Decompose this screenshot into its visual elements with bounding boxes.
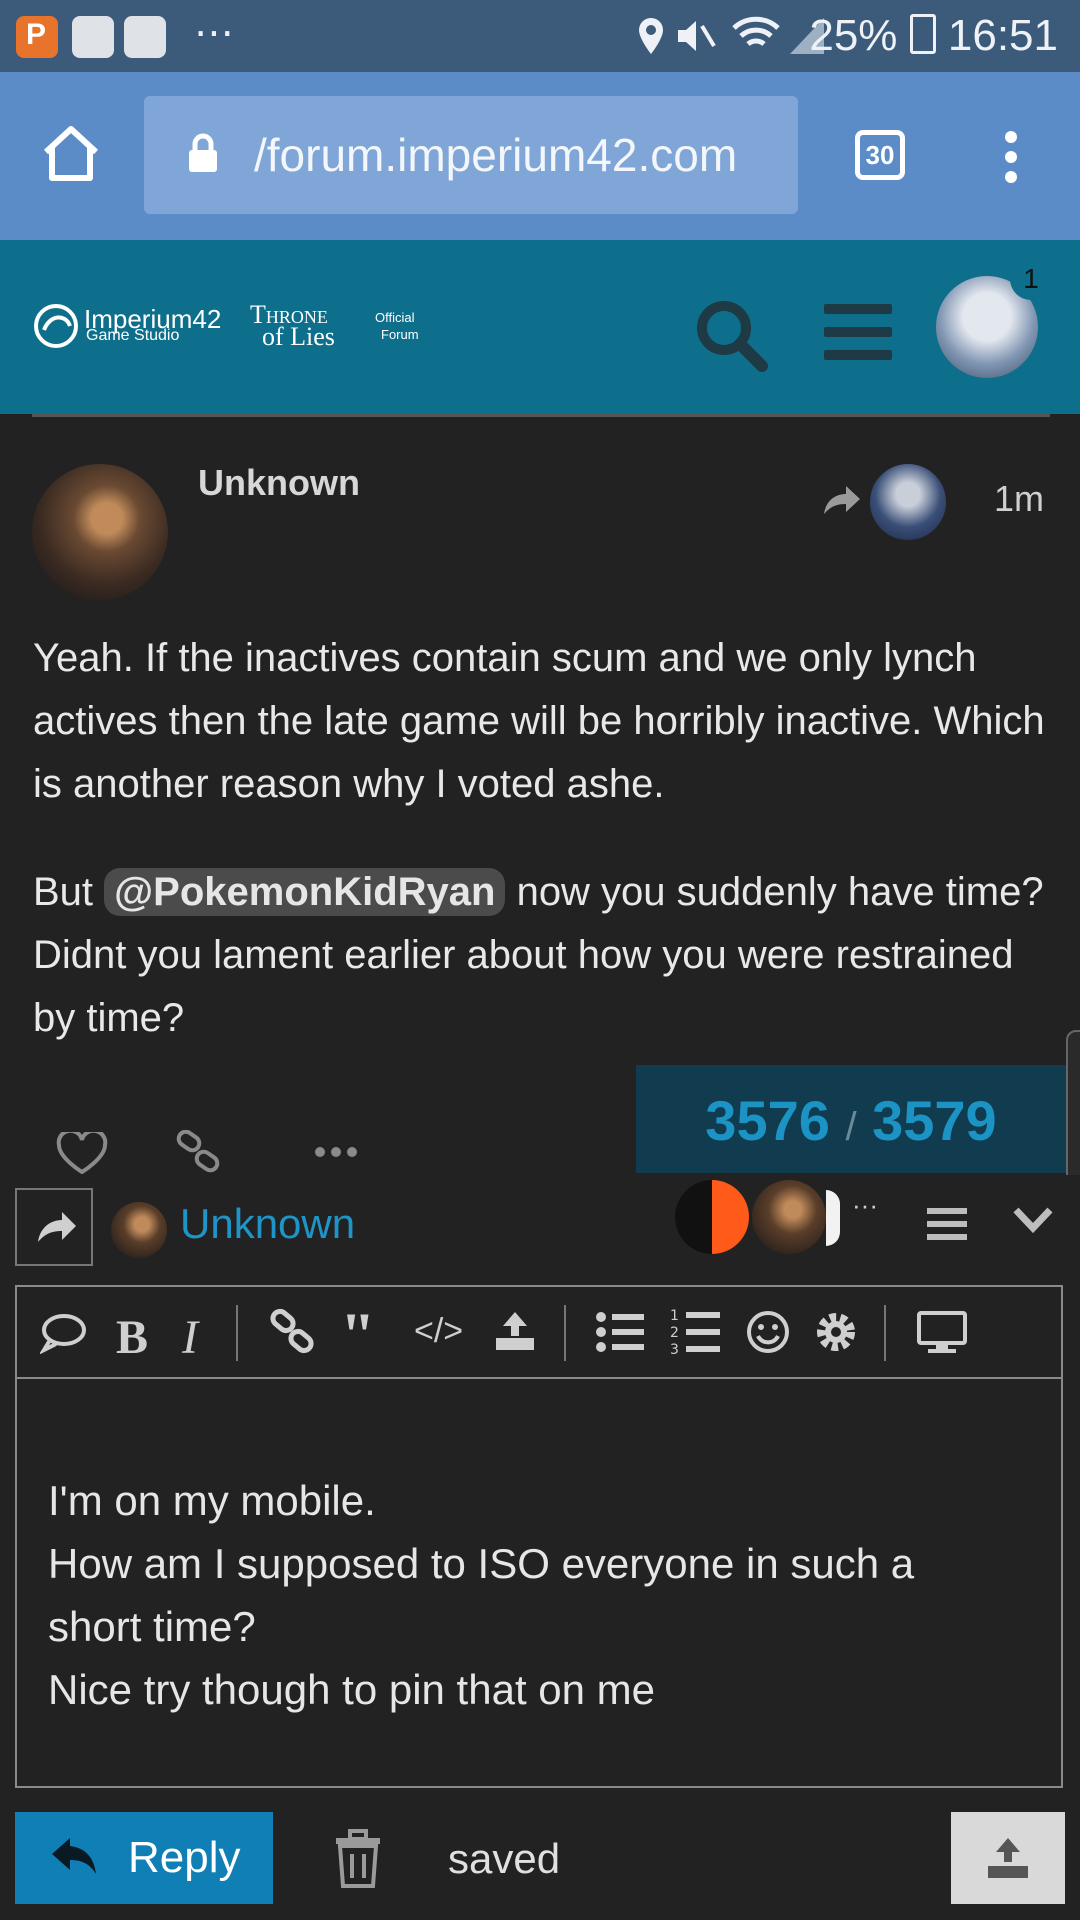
game-title-line2: of Lies — [262, 322, 335, 351]
battery-percent: 25% — [809, 11, 898, 60]
share-link-icon[interactable] — [174, 1130, 224, 1174]
emoji-icon[interactable] — [746, 1310, 790, 1354]
author-avatar[interactable] — [32, 464, 168, 600]
link-icon[interactable] — [268, 1308, 318, 1354]
search-icon[interactable] — [692, 296, 772, 376]
progress-current: 3576 — [705, 1089, 830, 1152]
italic-icon[interactable]: I — [182, 1310, 198, 1365]
status-text: 25% 16:51 — [809, 8, 1058, 64]
reply-to-user-avatar — [111, 1202, 167, 1258]
reply-button-icon — [52, 1838, 96, 1874]
reply-to-username[interactable]: Unknown — [180, 1200, 355, 1248]
presence-avatar-3 — [826, 1190, 840, 1246]
draft-status: saved — [448, 1835, 561, 1882]
composer-menu-icon[interactable] — [927, 1206, 967, 1242]
svg-text:2: 2 — [670, 1325, 679, 1341]
post-progress-text[interactable]: 3576 / 3579 — [636, 1088, 1066, 1153]
url-text: /forum.imperium42.com — [254, 129, 738, 181]
upload-icon[interactable] — [492, 1308, 538, 1354]
lock-icon — [189, 133, 217, 172]
svg-text:3: 3 — [670, 1342, 679, 1356]
presence-avatar-2 — [752, 1180, 826, 1254]
post-paragraph-1: Yeah. If the inactives contain scum and … — [33, 636, 1045, 806]
forum-tag-line2: Forum — [381, 327, 419, 342]
reply-arrow-icon — [38, 1212, 76, 1242]
imperium42-logo-icon[interactable] — [32, 302, 80, 350]
bullet-list-icon[interactable] — [596, 1312, 644, 1352]
mute-icon — [678, 21, 716, 51]
progress-total: 3579 — [872, 1089, 997, 1152]
presence-more[interactable]: ··· — [852, 1190, 878, 1221]
clock: 16:51 — [947, 11, 1058, 60]
blockquote-icon[interactable]: " — [340, 1298, 376, 1372]
like-heart-icon[interactable] — [56, 1132, 108, 1174]
toolbar-divider — [17, 1377, 1061, 1379]
preview-toggle-icon[interactable] — [916, 1310, 968, 1354]
quote-reply-icon[interactable] — [40, 1310, 88, 1354]
gear-icon[interactable] — [814, 1310, 858, 1354]
reply-to-avatar[interactable] — [870, 464, 946, 540]
progress-separator: / — [845, 1105, 857, 1149]
wifi-icon — [732, 16, 780, 47]
post-age[interactable]: 1m — [994, 478, 1044, 520]
presence-avatar-1 — [675, 1180, 749, 1254]
upload-button-icon — [988, 1838, 1028, 1878]
svg-text:1: 1 — [670, 1308, 679, 1324]
code-icon[interactable]: </> — [414, 1312, 463, 1351]
hamburger-menu-icon[interactable] — [824, 304, 892, 360]
draft-line: Nice try though to pin that on me — [48, 1666, 656, 1713]
tab-switcher-button[interactable]: 30 — [855, 130, 905, 180]
divider — [32, 414, 1050, 417]
notification-p-glyph: P — [26, 18, 47, 51]
post-paragraph-2: But @PokemonKidRyan now you suddenly hav… — [33, 861, 1053, 1050]
home-icon[interactable] — [40, 124, 102, 182]
toolbar-separator — [884, 1305, 886, 1361]
notification-icon-2 — [72, 16, 114, 58]
discard-trash-icon[interactable] — [330, 1828, 386, 1890]
post-author[interactable]: Unknown — [198, 462, 360, 504]
browser-menu-icon[interactable] — [1000, 130, 1022, 184]
notification-icon-3 — [124, 16, 166, 58]
more-notifications-icon: ⋯ — [194, 11, 234, 55]
battery-icon — [909, 14, 936, 54]
draft-line: short time? — [48, 1603, 256, 1650]
studio-sub: Game Studio — [86, 327, 180, 344]
collapse-chevron-icon[interactable] — [1012, 1206, 1054, 1234]
notification-badge[interactable]: 1 — [1010, 258, 1052, 300]
user-mention-link[interactable]: @PokemonKidRyan — [104, 868, 506, 916]
bold-icon[interactable]: B — [116, 1310, 148, 1365]
draft-line: How am I supposed to ISO everyone in suc… — [48, 1540, 915, 1587]
toolbar-separator — [564, 1305, 566, 1361]
toolbar-separator — [236, 1305, 238, 1361]
forum-tag-line1: Official — [375, 310, 415, 325]
paragraph-2-before: But — [33, 870, 105, 914]
reply-button-label[interactable]: Reply — [128, 1833, 241, 1883]
draft-line: I'm on my mobile. — [48, 1477, 376, 1524]
location-icon — [639, 18, 663, 54]
numbered-list-icon[interactable]: 123 — [670, 1306, 720, 1356]
reply-textarea[interactable]: I'm on my mobile. How am I supposed to IS… — [48, 1406, 1028, 1784]
reply-to-icon[interactable] — [820, 480, 862, 518]
more-actions-icon[interactable] — [314, 1146, 358, 1158]
